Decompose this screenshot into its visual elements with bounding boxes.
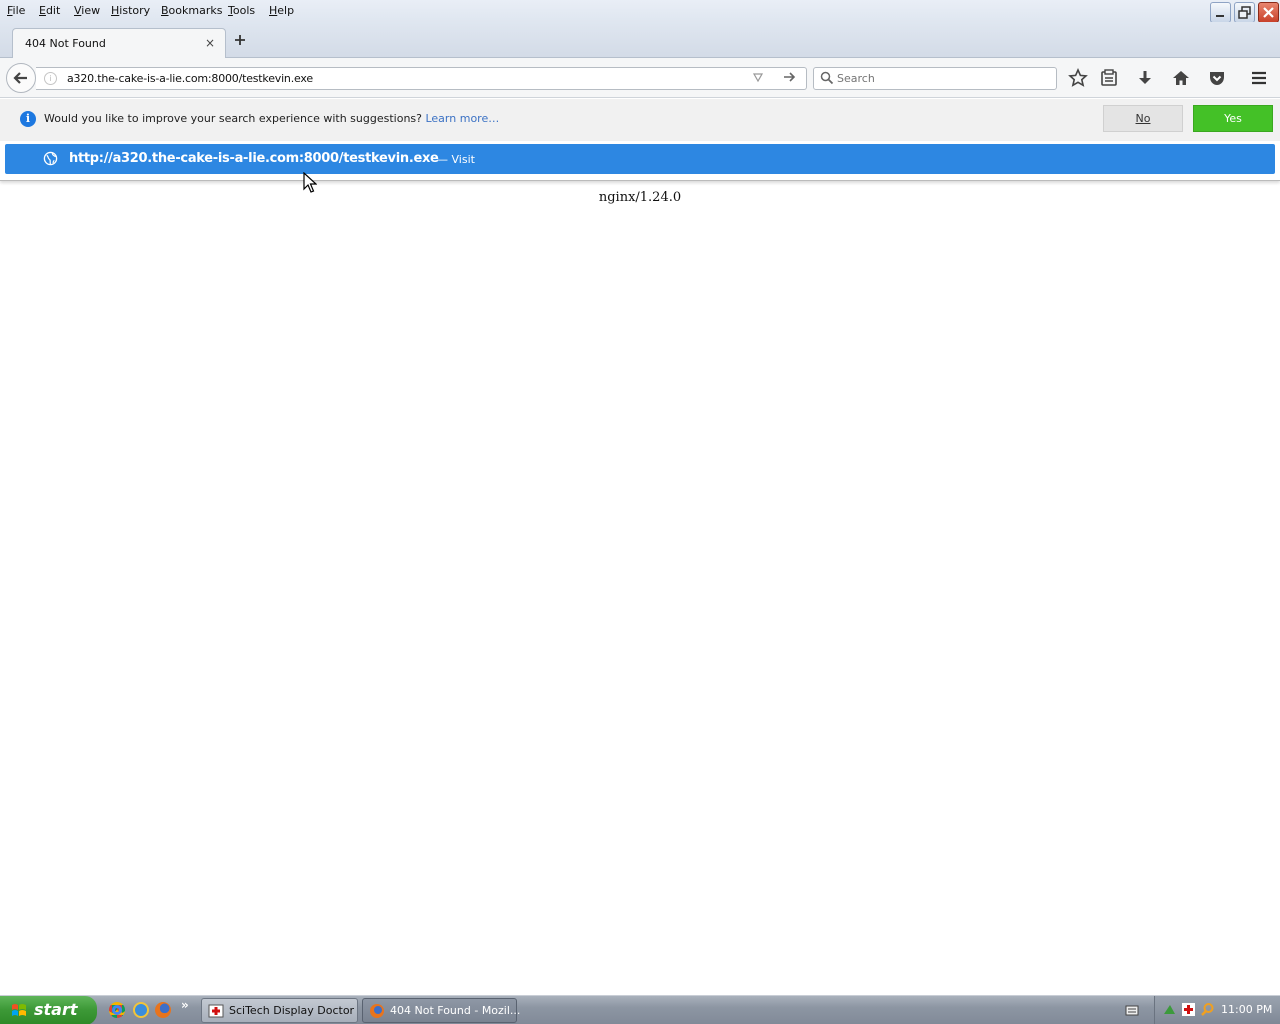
taskbar-item-firefox[interactable]: 404 Not Found - Mozil... xyxy=(362,998,521,1023)
menu-view[interactable]: View xyxy=(74,4,100,17)
system-tray: 11:00 PM xyxy=(1154,996,1280,1024)
minimize-button[interactable] xyxy=(1210,2,1231,23)
taskbar-item-label: 404 Not Found - Mozil... xyxy=(390,1004,521,1017)
server-signature: nginx/1.24.0 xyxy=(598,190,682,205)
start-button[interactable]: start xyxy=(0,996,97,1024)
firefox-icon xyxy=(370,1004,384,1018)
site-info-icon[interactable]: i xyxy=(44,72,57,85)
minimize-icon xyxy=(1216,15,1224,17)
autocomplete-action: — Visit xyxy=(437,153,475,166)
url-dropdown-icon[interactable] xyxy=(752,71,764,86)
close-window-button[interactable] xyxy=(1258,2,1279,23)
network-icon[interactable] xyxy=(1162,1002,1177,1017)
scitech-tray-icon[interactable] xyxy=(1181,1002,1196,1017)
notification-message: Would you like to improve your search ex… xyxy=(44,112,422,125)
bookmarks-menu-icon[interactable] xyxy=(1099,68,1119,88)
yes-button[interactable]: Yes xyxy=(1193,105,1273,132)
search-suggestions-notification: i Would you like to improve your search … xyxy=(0,99,1280,141)
autocomplete-url: http://a320.the-cake-is-a-lie.com:8000/t… xyxy=(69,151,439,166)
menu-file[interactable]: File xyxy=(7,4,25,17)
tab-title: 404 Not Found xyxy=(25,37,106,50)
tab-strip: 404 Not Found × xyxy=(0,22,1280,59)
search-bar[interactable] xyxy=(813,67,1057,90)
menu-help[interactable]: Help xyxy=(269,4,294,17)
taskbar-item-scitech[interactable]: SciTech Display Doctor xyxy=(201,998,358,1023)
no-button[interactable]: No xyxy=(1103,105,1183,132)
search-icon xyxy=(820,71,834,85)
clock: 11:00 PM xyxy=(1221,1003,1273,1016)
windows-flag-icon xyxy=(12,1004,26,1016)
menu-edit[interactable]: Edit xyxy=(39,4,60,17)
keyboard-icon[interactable] xyxy=(1125,1003,1139,1017)
downloads-icon[interactable] xyxy=(1135,68,1155,88)
menu-bar: File Edit View History Bookmarks Tools H… xyxy=(0,0,1280,23)
autocomplete-row[interactable]: http://a320.the-cake-is-a-lie.com:8000/t… xyxy=(5,144,1275,174)
search-input[interactable] xyxy=(837,68,1047,89)
tab-404-not-found[interactable]: 404 Not Found × xyxy=(12,28,226,59)
quick-launch-more[interactable]: » xyxy=(181,998,189,1012)
hamburger-menu-icon[interactable] xyxy=(1249,68,1269,88)
magnifier-tray-icon[interactable] xyxy=(1200,1002,1215,1017)
internet-explorer-icon[interactable] xyxy=(133,1002,149,1018)
menu-tools[interactable]: Tools xyxy=(228,4,255,17)
close-icon xyxy=(1263,7,1274,18)
learn-more-link[interactable]: Learn more… xyxy=(425,112,499,125)
scitech-icon xyxy=(208,1004,224,1018)
pocket-icon[interactable] xyxy=(1207,68,1227,88)
page-content: nginx/1.24.0 xyxy=(0,190,1280,205)
back-button[interactable] xyxy=(6,63,36,93)
go-arrow-icon[interactable] xyxy=(782,70,796,88)
bookmark-star-icon[interactable] xyxy=(1068,68,1088,88)
url-text[interactable]: a320.the-cake-is-a-lie.com:8000/testkevi… xyxy=(67,72,313,85)
mouse-cursor-icon xyxy=(303,172,317,193)
menu-history[interactable]: History xyxy=(111,4,150,17)
info-icon: i xyxy=(20,111,36,127)
back-arrow-icon xyxy=(13,72,27,84)
menu-bookmarks[interactable]: Bookmarks xyxy=(161,4,222,17)
taskbar: start » SciTech Display Doctor 404 Not F… xyxy=(0,995,1280,1024)
taskbar-item-label: SciTech Display Doctor xyxy=(229,1004,355,1017)
restore-button[interactable] xyxy=(1234,2,1255,23)
start-label: start xyxy=(34,1000,78,1019)
url-bar[interactable]: i a320.the-cake-is-a-lie.com:8000/testke… xyxy=(36,67,807,90)
home-icon[interactable] xyxy=(1171,68,1191,88)
firefox-icon[interactable] xyxy=(155,1002,171,1018)
globe-icon xyxy=(43,151,58,166)
chrome-icon[interactable] xyxy=(109,1002,125,1018)
new-tab-button[interactable] xyxy=(234,33,246,50)
restore-icon xyxy=(1238,6,1251,19)
tab-close-button[interactable]: × xyxy=(205,36,215,50)
plus-icon xyxy=(235,35,245,45)
nav-bar: i a320.the-cake-is-a-lie.com:8000/testke… xyxy=(0,58,1280,98)
